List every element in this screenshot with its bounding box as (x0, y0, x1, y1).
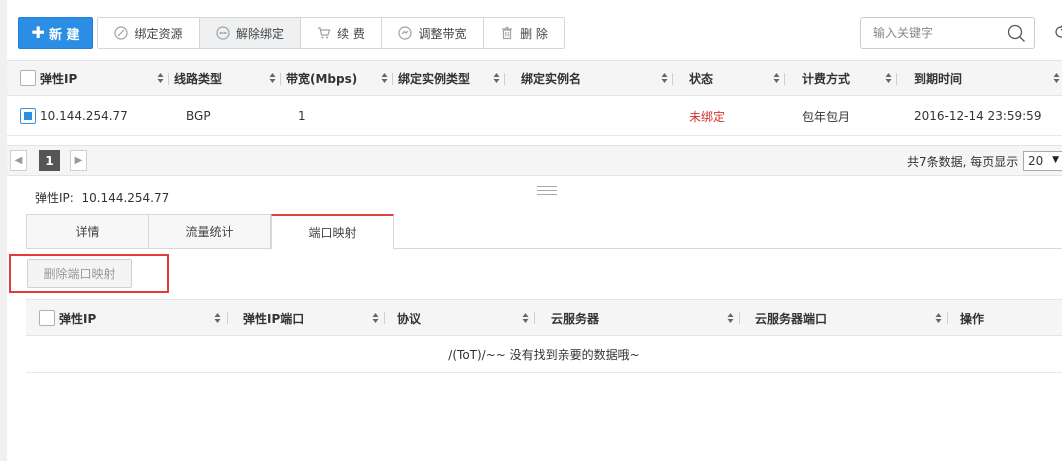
chevron-down-icon: ▼ (1052, 155, 1059, 165)
select-all-checkbox[interactable] (20, 70, 36, 86)
renew-button[interactable]: 续 费 (301, 18, 382, 48)
column-header-instance-type[interactable]: 绑定实例类型 (398, 61, 470, 95)
new-button[interactable]: ✚ 新 建 (18, 17, 93, 49)
pagination-bar: ◀ 1 ▶ 共7条数据, 每页显示 20 ▼ (7, 145, 1062, 176)
new-button-label: 新 建 (48, 27, 80, 43)
column-divider (784, 73, 785, 85)
eip-table-header: 弹性IP 线路类型 带宽(Mbps) 绑定实例类型 绑定实例名 状态 计费方式 … (7, 60, 1062, 96)
column-divider (168, 73, 169, 85)
sort-icon[interactable] (493, 72, 500, 84)
detail-label: 弹性IP: (35, 191, 74, 205)
cell-billing: 包年包月 (802, 109, 851, 124)
next-page-button[interactable]: ▶ (70, 150, 87, 171)
sort-icon[interactable] (522, 312, 529, 324)
tab-port-mapping[interactable]: 端口映射 (271, 214, 394, 250)
plus-icon: ✚ (31, 23, 45, 42)
row-checkbox[interactable] (20, 108, 36, 124)
resize-handle-icon[interactable] (537, 186, 557, 198)
select-all-checkbox[interactable] (39, 310, 55, 326)
sort-icon[interactable] (773, 72, 780, 84)
pagination-info: 共7条数据, 每页显示 (907, 155, 1019, 169)
sort-icon[interactable] (935, 312, 942, 324)
unbind-button[interactable]: 解除绑定 (200, 18, 301, 48)
prev-page-button[interactable]: ◀ (10, 150, 27, 171)
column-divider (947, 312, 948, 324)
column-header-eip[interactable]: 弹性IP (40, 61, 77, 95)
page-size-value: 20 (1028, 154, 1044, 168)
column-header-status[interactable]: 状态 (689, 61, 713, 95)
detail-title: 弹性IP: 10.144.254.77 (35, 189, 169, 206)
detail-tabs: 详情 流量统计 端口映射 (26, 214, 1062, 250)
search-box (860, 17, 1035, 49)
column-header-actions: 操作 (960, 311, 985, 326)
column-header-billing[interactable]: 计费方式 (802, 61, 850, 95)
detail-ip: 10.144.254.77 (81, 191, 170, 205)
bind-icon (114, 26, 129, 40)
sort-icon[interactable] (885, 72, 892, 84)
cart-icon (317, 26, 331, 40)
column-divider (280, 73, 281, 85)
column-divider (896, 73, 897, 85)
toolbar: ✚ 新 建 绑定资源 解除绑定 续 费 调整带宽 删 除 输入关键字 (7, 0, 1062, 60)
sort-icon[interactable] (661, 72, 668, 84)
renew-label: 续 费 (337, 26, 365, 41)
cell-status: 未绑定 (689, 109, 726, 124)
table-row[interactable]: 10.144.254.77 BGP 1 未绑定 包年包月 2016-12-14 … (7, 96, 1062, 136)
unbind-label: 解除绑定 (235, 26, 284, 41)
sort-icon[interactable] (372, 312, 379, 324)
column-header-bandwidth[interactable]: 带宽(Mbps) (286, 61, 357, 95)
column-divider (227, 312, 228, 324)
column-header-instance-name[interactable]: 绑定实例名 (521, 61, 581, 95)
refresh-icon[interactable] (1055, 25, 1062, 42)
column-divider (739, 312, 740, 324)
tab-details[interactable]: 详情 (26, 214, 149, 249)
unbind-icon (216, 26, 230, 40)
trash-icon (500, 26, 514, 40)
column-divider (384, 312, 385, 324)
column-divider (534, 312, 535, 324)
bind-resource-label: 绑定资源 (134, 26, 183, 41)
search-icon[interactable] (1007, 24, 1026, 46)
sort-icon[interactable] (269, 72, 276, 84)
sort-icon[interactable] (157, 72, 164, 84)
column-header-line-type[interactable]: 线路类型 (174, 61, 222, 95)
bandwidth-icon (398, 26, 413, 40)
sort-icon[interactable] (1053, 72, 1060, 84)
column-header-eip[interactable]: 弹性IP (59, 300, 96, 336)
port-mapping-table-header: 弹性IP 弹性IP端口 协议 云服务器 云服务器端口 操作 (26, 299, 1062, 336)
cell-eip: 10.144.254.77 (40, 109, 128, 123)
column-divider (504, 73, 505, 85)
empty-state-message: /(ToT)/~~ 没有找到亲要的数据哦~ (26, 336, 1062, 373)
delete-label: 删 除 (520, 26, 548, 41)
sort-icon[interactable] (381, 72, 388, 84)
delete-port-mapping-button[interactable]: 删除端口映射 (27, 259, 132, 288)
page-number[interactable]: 1 (39, 150, 60, 171)
column-header-eip-port[interactable]: 弹性IP端口 (243, 300, 304, 336)
action-button-group: 绑定资源 解除绑定 续 费 调整带宽 删 除 (97, 17, 565, 49)
page-size-select[interactable]: 20 ▼ (1023, 151, 1062, 171)
cell-bandwidth: 1 (298, 109, 306, 123)
page: ✚ 新 建 绑定资源 解除绑定 续 费 调整带宽 删 除 输入关键字 弹性IP … (7, 0, 1062, 461)
bind-resource-button[interactable]: 绑定资源 (98, 18, 200, 48)
sort-icon[interactable] (214, 312, 221, 324)
sort-icon[interactable] (727, 312, 734, 324)
column-header-server[interactable]: 云服务器 (551, 300, 599, 336)
adjust-bandwidth-button[interactable]: 调整带宽 (382, 18, 484, 48)
cell-expire: 2016-12-14 23:59:59 (914, 109, 1042, 123)
tab-traffic-stats[interactable]: 流量统计 (148, 214, 271, 249)
column-header-protocol[interactable]: 协议 (397, 300, 421, 336)
column-header-server-port[interactable]: 云服务器端口 (755, 300, 827, 336)
delete-button[interactable]: 删 除 (484, 18, 564, 48)
column-divider (672, 73, 673, 85)
column-header-expire[interactable]: 到期时间 (914, 61, 962, 95)
adjust-bandwidth-label: 调整带宽 (418, 26, 467, 41)
cell-line-type: BGP (186, 109, 211, 123)
search-input[interactable] (861, 18, 1006, 48)
column-divider (392, 73, 393, 85)
